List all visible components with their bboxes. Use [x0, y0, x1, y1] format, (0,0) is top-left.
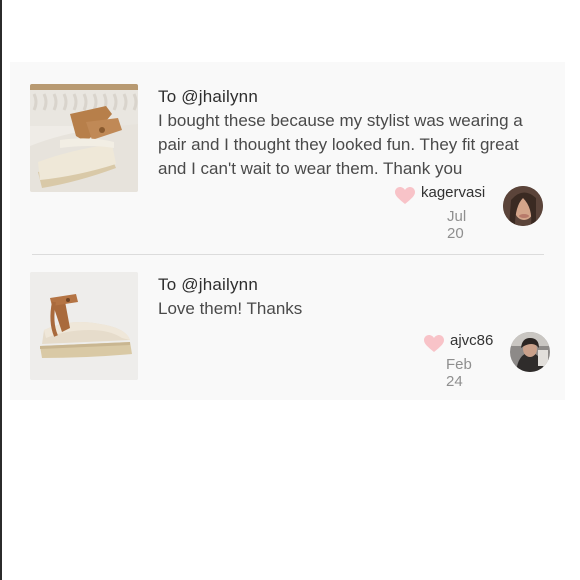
heart-icon[interactable] [395, 187, 415, 205]
review-text: Love them! Thanks [158, 299, 303, 318]
heart-icon[interactable] [424, 335, 444, 353]
user-avatar[interactable] [503, 186, 543, 226]
review-date: Jul 20 [447, 208, 467, 242]
reviewer-username[interactable]: ajvc86 [450, 332, 493, 349]
user-avatar[interactable] [510, 332, 550, 372]
left-border [0, 0, 2, 580]
recipient-label: To @jhailynn [158, 87, 258, 106]
product-thumbnail[interactable] [30, 272, 138, 380]
review-divider [32, 254, 544, 255]
recipient-label: To @jhailynn [158, 275, 258, 294]
review-date: Feb 24 [446, 356, 472, 390]
reviewer-username[interactable]: kagervasi [421, 184, 485, 201]
product-thumbnail[interactable] [30, 84, 138, 192]
review-text: I bought these because my stylist was we… [158, 111, 523, 178]
